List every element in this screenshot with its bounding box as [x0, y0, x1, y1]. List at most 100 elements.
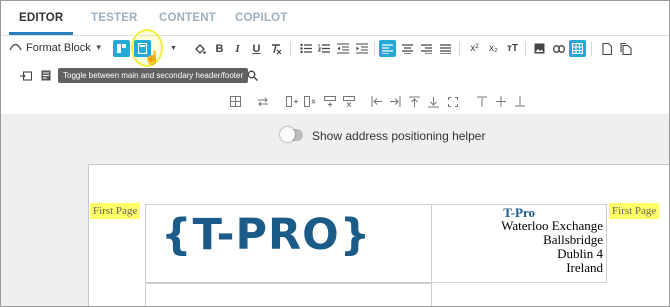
delete-row-button[interactable]: [301, 93, 318, 110]
numbered-list-button[interactable]: [315, 40, 332, 57]
toggle-knob[interactable]: [280, 127, 295, 142]
header-footer-icon: [117, 44, 126, 53]
subscript-icon: x₂: [489, 43, 498, 54]
insert-column-icon: [323, 96, 336, 107]
toolbar-divider: [459, 42, 460, 56]
align-cell-right-button[interactable]: [386, 93, 403, 110]
bulleted-list-button[interactable]: [297, 40, 314, 57]
toolbar-divider: [591, 42, 592, 56]
outdent-icon: [336, 43, 349, 54]
align-center-icon: [402, 43, 413, 54]
fit-cell-button[interactable]: [444, 93, 461, 110]
align-cell-top-button[interactable]: [406, 93, 423, 110]
delete-row-icon: [303, 96, 315, 107]
toolbar-divider: [374, 42, 375, 56]
valign-top-icon: [476, 96, 487, 107]
image-icon: [534, 43, 545, 54]
document-icon: [601, 42, 612, 55]
copy-document-button[interactable]: [617, 40, 634, 57]
insert-row-button[interactable]: [283, 93, 300, 110]
address-line-4: Ireland: [566, 260, 603, 275]
valign-middle-button[interactable]: [492, 93, 509, 110]
format-block-dropdown[interactable]: Format Block ▼: [9, 41, 103, 54]
toolbar-divider: [290, 42, 291, 56]
address-helper-label: Show address positioning helper: [312, 129, 486, 143]
toolbar-divider: [525, 42, 526, 56]
align-center-button[interactable]: [399, 40, 416, 57]
arrow-right-bar-icon: [389, 96, 400, 107]
align-left-button[interactable]: [379, 40, 396, 57]
align-right-button[interactable]: [418, 40, 435, 57]
first-page-label-right: First Page: [609, 203, 660, 219]
indent-icon: [355, 43, 368, 54]
new-document-button[interactable]: [598, 40, 615, 57]
clear-format-button[interactable]: [267, 40, 284, 57]
search-icon: [247, 70, 258, 81]
tab-copilot[interactable]: COPILOT: [235, 12, 288, 24]
delete-column-icon: [342, 96, 355, 107]
align-cell-left-button[interactable]: [368, 93, 385, 110]
font-size-icon: ᴛT: [506, 43, 518, 54]
swap-icon: [257, 97, 268, 106]
page-properties-icon: [41, 70, 50, 81]
clear-format-icon: [271, 43, 281, 54]
tab-content[interactable]: CONTENT: [159, 12, 216, 24]
link-icon: [552, 44, 565, 53]
superscript-icon: x²: [470, 43, 479, 54]
valign-bottom-button[interactable]: [511, 93, 528, 110]
outdent-button[interactable]: [334, 40, 351, 57]
insert-image-button[interactable]: [531, 40, 548, 57]
editor-window: EDITOR TESTER CONTENT COPILOT Format Blo…: [0, 0, 670, 307]
justify-button[interactable]: [437, 40, 454, 57]
body-cell[interactable]: [145, 283, 432, 306]
fill-color-button[interactable]: [191, 40, 208, 57]
justify-icon: [440, 43, 451, 54]
tab-bar: EDITOR TESTER CONTENT COPILOT: [1, 1, 669, 36]
chevron-down-icon: ▼: [94, 43, 103, 52]
tooltip: Toggle between main and secondary header…: [58, 68, 249, 83]
insert-field-button[interactable]: [17, 67, 34, 84]
bulleted-list-icon: [299, 43, 312, 54]
paint-bucket-icon: [194, 43, 206, 54]
search-button[interactable]: [244, 67, 261, 84]
header-footer-button[interactable]: [113, 40, 130, 57]
swap-button[interactable]: [254, 93, 271, 110]
insert-column-button[interactable]: [321, 93, 338, 110]
delete-column-button[interactable]: [340, 93, 357, 110]
active-tab-indicator: [9, 32, 73, 35]
superscript-button[interactable]: x²: [466, 40, 483, 57]
table-properties-button[interactable]: [227, 93, 244, 110]
arrow-left-bar-icon: [371, 96, 382, 107]
table-icon: [572, 43, 583, 54]
tab-editor[interactable]: EDITOR: [19, 12, 63, 24]
page-properties-button[interactable]: [37, 67, 54, 84]
valign-middle-icon: [495, 96, 506, 107]
paragraph-style-icon: [9, 41, 22, 54]
insert-row-icon: [285, 96, 298, 107]
table-grid-icon: [230, 96, 241, 107]
valign-bottom-icon: [514, 96, 525, 107]
align-cell-bottom-button[interactable]: [425, 93, 442, 110]
align-right-icon: [421, 43, 432, 54]
tab-tester[interactable]: TESTER: [91, 12, 138, 24]
chevron-down-icon[interactable]: ▼: [165, 40, 182, 57]
arrow-down-bar-icon: [428, 96, 439, 107]
fit-icon: [447, 96, 458, 107]
indent-button[interactable]: [353, 40, 370, 57]
arrow-up-bar-icon: [409, 96, 420, 107]
insert-field-icon: [19, 70, 32, 81]
insert-link-button[interactable]: [550, 40, 567, 57]
subscript-button[interactable]: x₂: [485, 40, 502, 57]
format-block-label: Format Block: [26, 41, 91, 54]
numbered-list-icon: [317, 44, 330, 53]
company-logo: {T-PRO}: [161, 210, 372, 260]
underline-button[interactable]: U: [248, 40, 265, 57]
font-size-button[interactable]: ᴛT: [504, 40, 521, 57]
italic-button[interactable]: I: [229, 40, 246, 57]
bold-button[interactable]: B: [211, 40, 228, 57]
copy-icon: [619, 42, 632, 55]
cursor-hand-icon: ☝: [144, 49, 161, 65]
align-left-icon: [382, 43, 393, 54]
valign-top-button[interactable]: [473, 93, 490, 110]
insert-table-button[interactable]: [569, 40, 586, 57]
